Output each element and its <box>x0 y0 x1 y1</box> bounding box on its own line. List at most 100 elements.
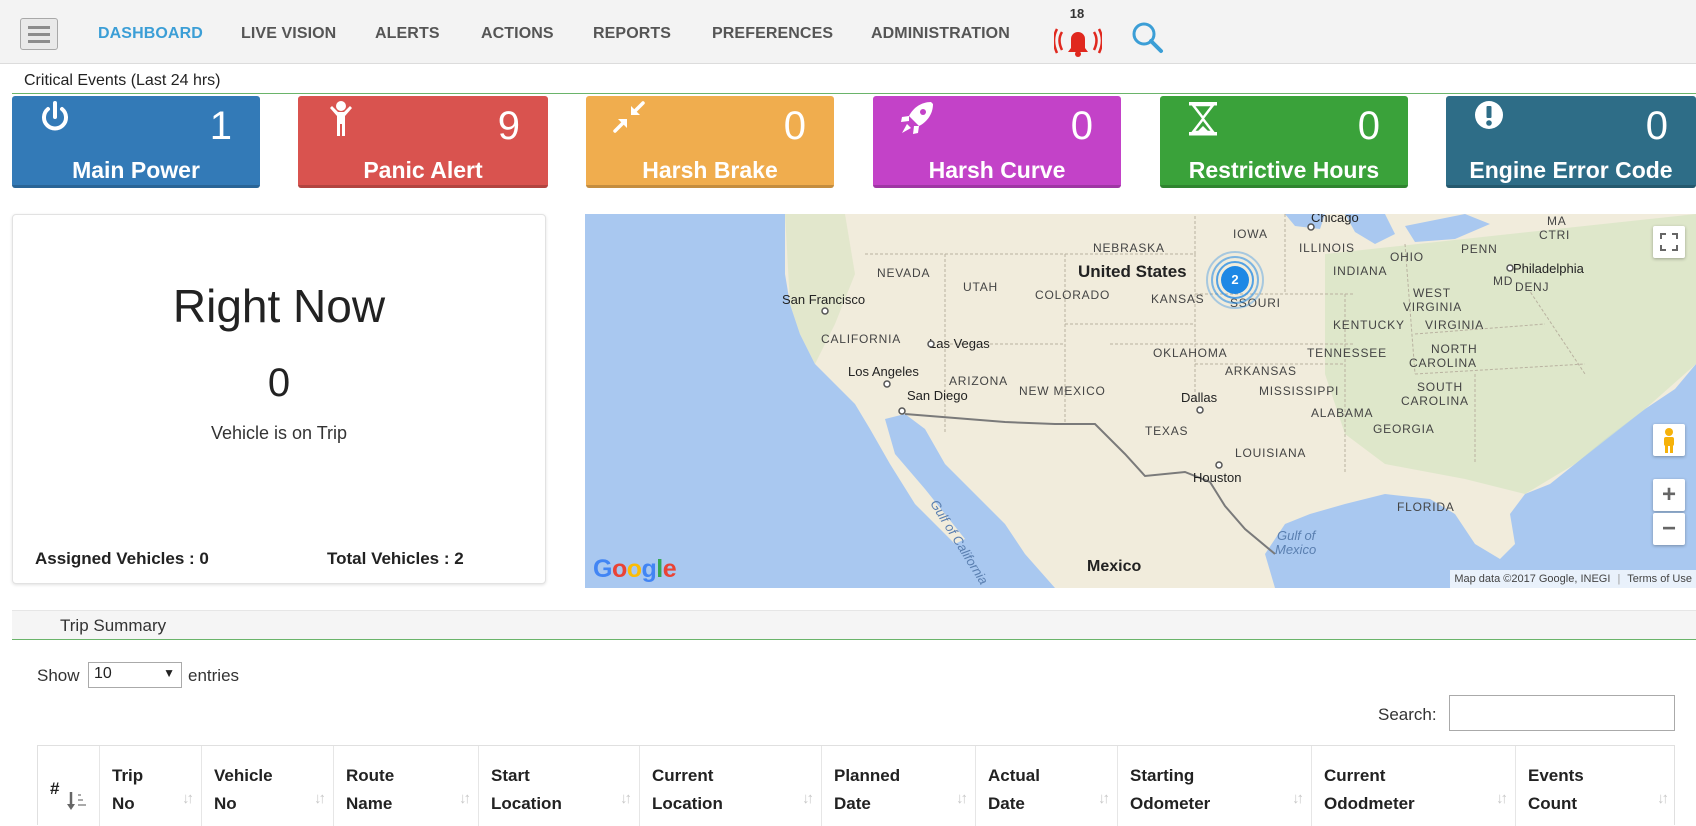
tile-label: Harsh Curve <box>928 157 1066 183</box>
menu-toggle-button[interactable] <box>20 18 58 50</box>
column-header-label: Current Ododmeter <box>1324 766 1415 813</box>
tile-shade <box>1160 185 1408 188</box>
tile-count: 1 <box>209 104 232 148</box>
column-header-planned-date[interactable]: Planned Date ↓↑ <box>822 746 976 826</box>
section-divider <box>12 93 1696 94</box>
compress-icon <box>613 101 645 133</box>
column-header-label: Route Name <box>346 766 395 813</box>
nav-administration[interactable]: ADMINISTRATION <box>871 25 1010 43</box>
table-search-input[interactable] <box>1449 695 1675 731</box>
trip-table-header: # Trip No ↓↑ Vehicle No ↓↑ Route Name ↓↑ St… <box>37 745 1676 826</box>
nav-actions[interactable]: ACTIONS <box>481 25 554 43</box>
entries-select-value: 10 <box>94 665 112 682</box>
tile-shade <box>1446 185 1696 188</box>
nav-live-vision[interactable]: LIVE VISION <box>241 25 336 43</box>
right-now-title: Right Now <box>172 280 386 332</box>
power-icon <box>42 101 68 131</box>
column-header-label: Current Location <box>652 766 723 813</box>
nav-reports[interactable]: REPORTS <box>593 25 671 43</box>
column-header-label: Actual Date <box>988 766 1040 813</box>
plus-icon: + <box>1661 481 1676 508</box>
tile-panic-alert[interactable]: 9 Panic Alert <box>298 96 548 188</box>
sort-icon: ↓↑ <box>956 790 968 807</box>
map-attribution: Map data ©2017 Google, INEGI | Terms of … <box>1450 570 1696 588</box>
nav-dashboard[interactable]: DASHBOARD <box>98 25 203 43</box>
alarm-count-badge: 18 <box>1069 6 1085 21</box>
google-logo: Google <box>593 555 677 583</box>
column-header-label: Starting Odometer <box>1130 766 1211 813</box>
pegman-icon <box>1664 428 1674 453</box>
trip-summary-header: Trip Summary <box>12 610 1696 640</box>
column-header-current-odometer[interactable]: Current Ododmeter ↓↑ <box>1312 746 1516 826</box>
sort-icon: ↓↑ <box>1098 790 1110 807</box>
tile-label: Engine Error Code <box>1469 157 1673 183</box>
tile-count: 0 <box>783 104 806 148</box>
sort-icon: ↓↑ <box>459 790 471 807</box>
sort-icon: ↓↑ <box>1292 790 1304 807</box>
sort-icon: ↓↑ <box>1496 790 1508 807</box>
column-header-label: # <box>50 779 60 798</box>
trip-summary-title: Trip Summary <box>60 616 167 635</box>
column-header-vehicle-no[interactable]: Vehicle No ↓↑ <box>202 746 334 826</box>
top-navbar: DASHBOARD LIVE VISION ALERTS ACTIONS REP… <box>0 0 1696 64</box>
sort-icon: ↓↑ <box>314 790 326 807</box>
rocket-icon <box>901 102 933 134</box>
on-trip-caption: Vehicle is on Trip <box>210 423 348 443</box>
terms-of-use-link[interactable]: Terms of Use <box>1627 573 1692 585</box>
street-view-button[interactable] <box>1653 424 1685 456</box>
exclamation-icon <box>1475 101 1503 129</box>
entries-label: entries <box>188 666 240 685</box>
table-search-label: Search: <box>1378 705 1437 724</box>
map-city-dots <box>821 223 1514 469</box>
nav-alerts[interactable]: ALERTS <box>375 25 440 43</box>
tile-shade <box>873 185 1121 188</box>
nav-preferences[interactable]: PREFERENCES <box>712 25 833 43</box>
hourglass-icon <box>1189 102 1217 136</box>
column-header-starting-odometer[interactable]: Starting Odometer ↓↑ <box>1118 746 1312 826</box>
total-vehicles: Total Vehicles : 2 <box>327 549 464 568</box>
tile-restrictive-hours[interactable]: 0 Restrictive Hours <box>1160 96 1408 188</box>
hamburger-icon <box>28 40 50 43</box>
tile-harsh-curve[interactable]: 0 Harsh Curve <box>873 96 1121 188</box>
zoom-in-button[interactable]: + <box>1653 479 1685 511</box>
zoom-out-button[interactable]: − <box>1653 513 1685 545</box>
assigned-vehicles: Assigned Vehicles : 0 <box>35 549 209 568</box>
column-header-route-name[interactable]: Route Name ↓↑ <box>334 746 479 826</box>
column-header-label: Vehicle No <box>214 766 273 813</box>
tile-count: 0 <box>1357 104 1380 148</box>
tile-shade <box>586 185 834 188</box>
tile-shade <box>298 185 548 188</box>
entries-select[interactable]: 10 ▼ <box>88 662 182 688</box>
tile-label: Harsh Brake <box>642 157 778 183</box>
column-header-label: Start Location <box>491 766 562 813</box>
alarm-button[interactable]: 18 <box>1054 6 1106 58</box>
cluster-count: 2 <box>1231 272 1239 287</box>
column-header-label: Events Count <box>1528 766 1584 813</box>
right-now-panel: Right Now 0 Vehicle is on Trip Assigned … <box>12 214 546 584</box>
sort-icon: ↓↑ <box>182 790 194 807</box>
alarm-bell-icon <box>1054 28 1102 57</box>
vehicle-cluster-marker[interactable]: 2 <box>1205 250 1265 310</box>
tile-label: Panic Alert <box>363 157 483 183</box>
column-header-actual-date[interactable]: Actual Date ↓↑ <box>976 746 1118 826</box>
sort-icon: ↓↑ <box>1657 790 1669 807</box>
attribution-text: Map data ©2017 Google, INEGI <box>1454 573 1611 585</box>
column-header-current-location[interactable]: Current Location ↓↑ <box>640 746 822 826</box>
on-trip-count: 0 <box>267 361 291 405</box>
tile-harsh-brake[interactable]: 0 Harsh Brake <box>586 96 834 188</box>
column-header-events-count[interactable]: Events Count ↓↑ <box>1516 746 1676 826</box>
tile-engine-error-code[interactable]: 0 Engine Error Code <box>1446 96 1696 188</box>
tile-label: Restrictive Hours <box>1188 157 1380 183</box>
column-header-index[interactable]: # <box>38 746 100 826</box>
minus-icon: − <box>1661 515 1676 542</box>
column-header-start-location[interactable]: Start Location ↓↑ <box>479 746 640 826</box>
nav-search-button[interactable] <box>1130 20 1166 61</box>
dropdown-arrow-icon: ▼ <box>163 666 175 680</box>
fullscreen-button[interactable] <box>1653 226 1685 258</box>
person-icon <box>330 101 352 136</box>
column-header-trip-no[interactable]: Trip No ↓↑ <box>100 746 202 826</box>
column-header-label: Planned Date <box>834 766 901 813</box>
sort-asc-icon <box>67 792 86 810</box>
tile-main-power[interactable]: 1 Main Power <box>12 96 260 188</box>
vehicle-map[interactable]: NEBRASKA IOWA Chicago ILLINOIS OHIO PENN… <box>585 214 1696 588</box>
